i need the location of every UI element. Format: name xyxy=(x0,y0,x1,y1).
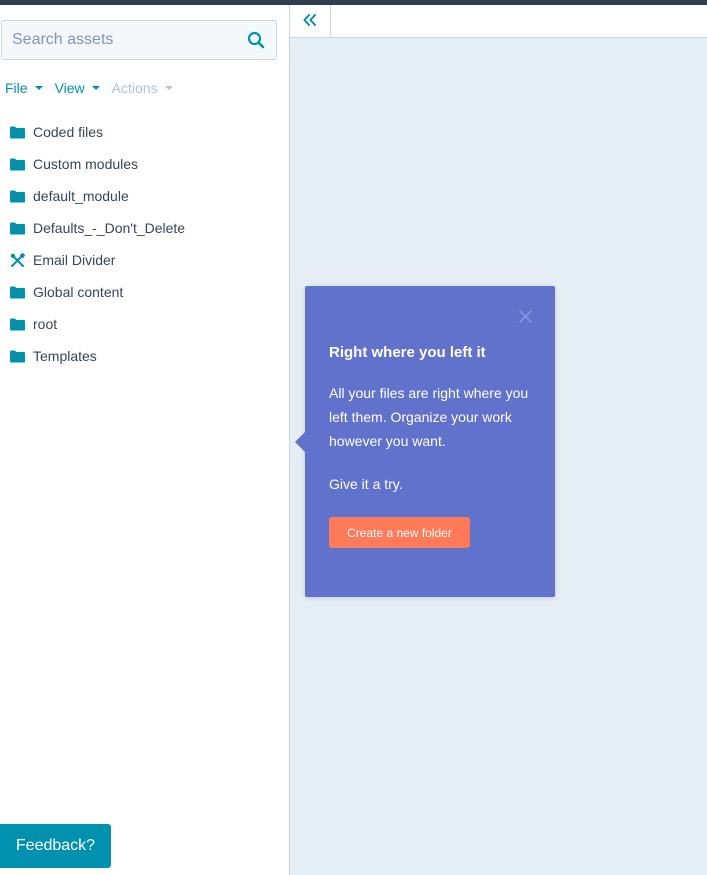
collapse-sidebar-button[interactable] xyxy=(290,5,331,38)
tree-item-label: Coded files xyxy=(33,124,104,140)
tree-item-label: Defaults_-_Don't_Delete xyxy=(33,220,186,236)
folder-icon xyxy=(10,221,25,236)
tree-item-label: Global content xyxy=(33,284,124,300)
feedback-button[interactable]: Feedback? xyxy=(0,824,111,868)
tree-item-label: Custom modules xyxy=(33,156,139,172)
tree-item-defaults-dont-delete[interactable]: Defaults_-_Don't_Delete xyxy=(10,212,280,244)
folder-icon xyxy=(10,157,25,172)
folder-icon xyxy=(10,349,25,364)
tree-item-root[interactable]: root xyxy=(10,308,280,340)
view-menu[interactable]: View xyxy=(55,80,100,96)
folder-icon xyxy=(10,317,25,332)
folder-icon xyxy=(10,189,25,204)
search-icon[interactable] xyxy=(236,21,276,59)
actions-menu[interactable]: Actions xyxy=(112,80,173,96)
popover-title: Right where you left it xyxy=(329,344,486,361)
tree-item-custom-modules[interactable]: Custom modules xyxy=(10,148,280,180)
popover-arrow xyxy=(295,432,305,452)
folder-icon xyxy=(10,285,25,300)
tree-item-global-content[interactable]: Global content xyxy=(10,276,280,308)
file-menu[interactable]: File xyxy=(5,80,43,96)
tree-item-default-module[interactable]: default_module xyxy=(10,180,280,212)
actions-menu-label: Actions xyxy=(111,80,158,96)
close-icon[interactable] xyxy=(517,308,533,324)
tree-item-label: default_module xyxy=(33,188,129,204)
search-input[interactable] xyxy=(2,21,236,59)
file-menu-bar: File View Actions xyxy=(5,79,173,97)
tree-item-label: root xyxy=(33,316,58,332)
folder-icon xyxy=(10,125,25,140)
double-chevron-left-icon xyxy=(303,13,317,31)
view-menu-label: View xyxy=(54,80,85,96)
search-box xyxy=(1,20,277,60)
file-menu-label: File xyxy=(5,80,28,96)
onboarding-popover: Right where you left it All your files a… xyxy=(295,286,555,597)
sidebar: File View Actions Coded files Custom mod… xyxy=(0,5,290,875)
module-tools-icon xyxy=(10,252,25,268)
tree-item-label: Email Divider xyxy=(33,252,116,268)
tree-item-email-divider[interactable]: Email Divider xyxy=(10,244,280,276)
asset-tree: Coded files Custom modules default_modul… xyxy=(10,116,280,372)
create-new-folder-button[interactable]: Create a new folder xyxy=(329,517,470,548)
tree-item-label: Templates xyxy=(33,348,97,364)
tree-item-templates[interactable]: Templates xyxy=(10,340,280,372)
main-header xyxy=(290,5,707,38)
caret-down-icon xyxy=(34,86,43,90)
caret-down-icon xyxy=(91,86,100,90)
tree-item-coded-files[interactable]: Coded files xyxy=(10,116,280,148)
caret-down-icon xyxy=(164,86,173,90)
popover-body-secondary: Give it a try. xyxy=(329,476,403,492)
popover-body: All your files are right where you left … xyxy=(329,385,529,449)
